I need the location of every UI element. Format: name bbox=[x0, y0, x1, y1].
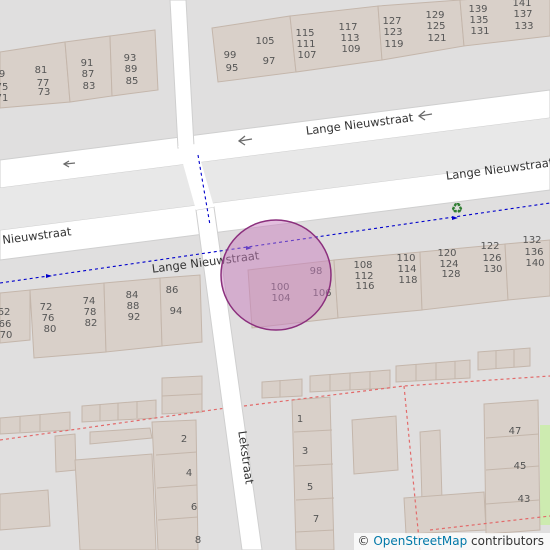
house-number: 70 bbox=[0, 330, 12, 341]
house-number: 84 bbox=[126, 290, 139, 301]
house-number: 91 bbox=[81, 58, 94, 69]
house-number: 113 bbox=[340, 33, 359, 44]
house-number: 115 bbox=[295, 28, 314, 39]
map-canvas[interactable]: ♻ Lange Nieuwstraat Lange Nieuwstraat La… bbox=[0, 0, 550, 550]
house-number: 137 bbox=[513, 9, 532, 20]
house-number: 132 bbox=[522, 235, 541, 246]
house-number: 141 bbox=[512, 0, 531, 9]
house-number: 118 bbox=[398, 275, 417, 286]
house-number: 125 bbox=[426, 21, 445, 32]
house-number: 85 bbox=[126, 76, 139, 87]
house-number: 114 bbox=[397, 264, 416, 275]
house-number: 93 bbox=[124, 53, 137, 64]
house-number: 43 bbox=[518, 494, 531, 505]
house-number: 129 bbox=[425, 10, 444, 21]
house-number: 136 bbox=[524, 247, 543, 258]
house-number: 4 bbox=[186, 468, 192, 479]
house-number: 5 bbox=[307, 482, 313, 493]
location-marker[interactable] bbox=[220, 219, 332, 331]
house-number: 127 bbox=[382, 16, 401, 27]
svg-text:♻: ♻ bbox=[451, 201, 464, 217]
house-number: 47 bbox=[509, 426, 522, 437]
house-number: 135 bbox=[469, 15, 488, 26]
house-number: 94 bbox=[170, 306, 183, 317]
house-number: 1 bbox=[297, 414, 303, 425]
house-number: 86 bbox=[166, 285, 179, 296]
house-number: 108 bbox=[353, 260, 372, 271]
house-number: 109 bbox=[341, 44, 360, 55]
house-number: 73 bbox=[38, 87, 51, 98]
house-number: 123 bbox=[383, 27, 402, 38]
attribution-text: contributors bbox=[471, 534, 544, 548]
house-number: 119 bbox=[384, 39, 403, 50]
house-number: 128 bbox=[441, 269, 460, 280]
house-number: 122 bbox=[480, 241, 499, 252]
house-number: 62 bbox=[0, 307, 10, 318]
house-number: 89 bbox=[125, 64, 138, 75]
house-number: 107 bbox=[297, 50, 316, 61]
house-number: 76 bbox=[42, 313, 55, 324]
house-number: 121 bbox=[427, 33, 446, 44]
house-number: 81 bbox=[35, 65, 48, 76]
house-number: 2 bbox=[181, 434, 187, 445]
house-number: 120 bbox=[437, 248, 456, 259]
house-number: 133 bbox=[514, 21, 533, 32]
house-number: 83 bbox=[83, 81, 96, 92]
house-number: 92 bbox=[128, 312, 141, 323]
house-number: 131 bbox=[470, 26, 489, 37]
green-area bbox=[540, 425, 550, 525]
house-number: 105 bbox=[255, 36, 274, 47]
map-view[interactable]: ♻ Lange Nieuwstraat Lange Nieuwstraat La… bbox=[0, 0, 550, 550]
house-number: 110 bbox=[396, 253, 415, 264]
copyright-symbol: © bbox=[357, 534, 370, 548]
house-number: 117 bbox=[338, 22, 357, 33]
house-number: 3 bbox=[302, 446, 308, 457]
house-number: 71 bbox=[0, 93, 8, 104]
house-number: 99 bbox=[224, 50, 237, 61]
map-attribution: © OpenStreetMap contributors bbox=[353, 533, 550, 550]
house-number: 88 bbox=[127, 301, 140, 312]
house-number: 6 bbox=[191, 502, 197, 513]
house-number: 126 bbox=[482, 253, 501, 264]
house-number: 130 bbox=[483, 264, 502, 275]
house-number: 7 bbox=[313, 514, 319, 525]
house-number: 95 bbox=[226, 63, 239, 74]
osm-link[interactable]: OpenStreetMap bbox=[373, 534, 467, 548]
house-number: 45 bbox=[514, 461, 527, 472]
house-number: 9 bbox=[0, 69, 5, 80]
house-number: 75 bbox=[0, 82, 8, 93]
recycling-icon[interactable]: ♻ bbox=[451, 201, 464, 217]
house-number: 140 bbox=[525, 258, 544, 269]
house-number: 97 bbox=[263, 56, 276, 67]
house-number: 116 bbox=[355, 281, 374, 292]
house-number: 139 bbox=[468, 4, 487, 15]
house-number: 111 bbox=[296, 39, 315, 50]
house-number: 8 bbox=[195, 535, 201, 546]
house-number: 66 bbox=[0, 319, 11, 330]
house-number: 82 bbox=[85, 318, 98, 329]
house-number: 74 bbox=[83, 296, 96, 307]
house-number: 87 bbox=[82, 69, 95, 80]
house-number: 80 bbox=[44, 324, 57, 335]
house-number: 72 bbox=[40, 302, 53, 313]
house-number: 78 bbox=[84, 307, 97, 318]
